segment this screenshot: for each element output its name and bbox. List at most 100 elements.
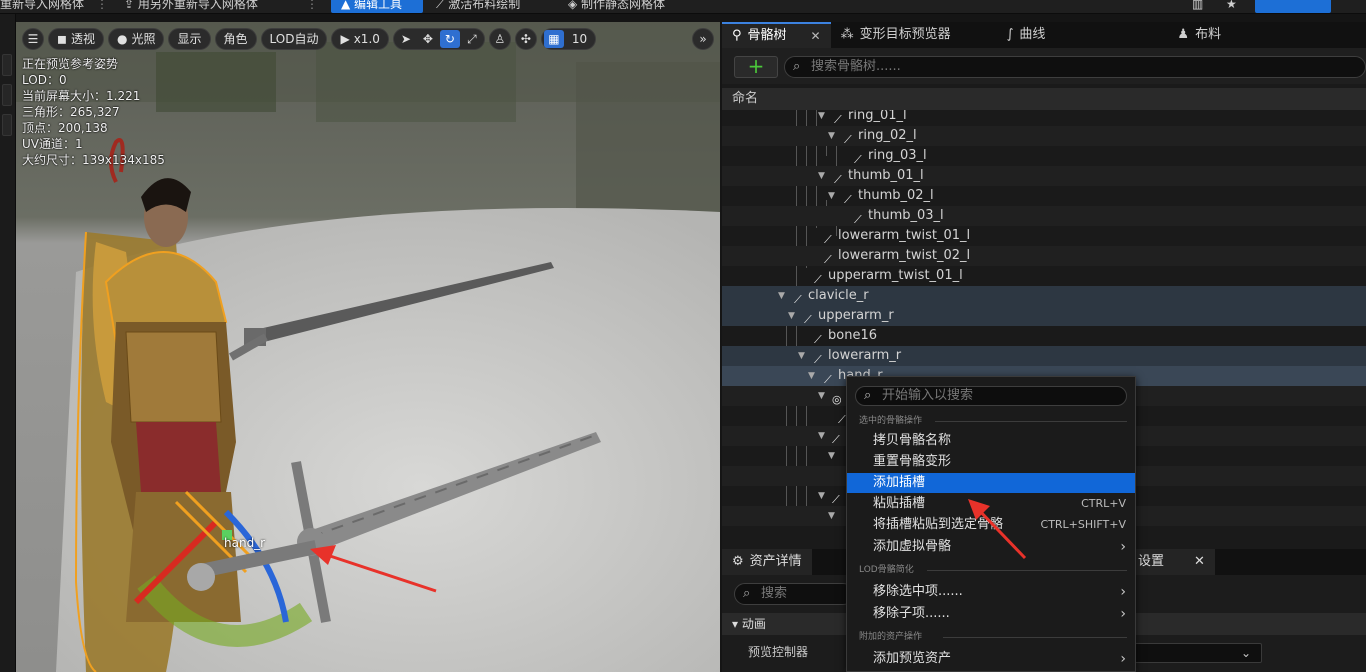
double-chevron-icon: » — [699, 32, 707, 46]
tree-row[interactable]: ▼ ⟋ ring_02_l — [722, 126, 1366, 146]
menu-section-label: LOD骨骼简化 — [859, 565, 914, 575]
tree-row[interactable]: ▼ ⟋ ring_01_l — [722, 110, 1366, 126]
expand-arrow-icon[interactable]: ▼ — [828, 446, 835, 466]
expand-arrow-icon[interactable]: ▼ — [788, 306, 795, 326]
bone-icon: ♙ — [494, 32, 506, 46]
toolbar-more-icon[interactable]: ⋮ — [306, 0, 318, 13]
expand-arrow-icon[interactable]: ▼ — [818, 110, 825, 126]
skeleton-search-input[interactable]: ⌕ 搜索骨骼树...... — [784, 56, 1366, 78]
menu-divider — [943, 637, 1127, 638]
menu-section-label: 附加的资产操作 — [859, 632, 923, 642]
tree-row[interactable]: ▼ ⟋ thumb_01_l — [722, 166, 1366, 186]
tree-row[interactable]: ▼ ⟋ thumb_02_l — [722, 186, 1366, 206]
name-column-header[interactable]: 命名 — [722, 88, 1366, 110]
tree-row[interactable]: ⟋ thumb_03_l — [722, 206, 1366, 226]
tree-row[interactable]: ▼ ⟋ clavicle_r — [722, 286, 1366, 306]
cloth-icon: ♟ — [1177, 27, 1190, 42]
preview-controller-dropdown[interactable]: ⌄ — [1118, 643, 1262, 663]
move-icon[interactable]: ✥ — [418, 30, 438, 48]
menu-item-paste-socket-to-bone[interactable]: 将插槽粘贴到选定骨骼 CTRL+SHIFT+V — [847, 515, 1135, 535]
tree-row[interactable]: ⟋ bone16 — [722, 326, 1366, 346]
add-button[interactable]: + — [734, 56, 778, 78]
tree-row[interactable]: ▼ ⟋ upperarm_r — [722, 306, 1366, 326]
reimport-other-button[interactable]: ⇪ 用另外重新导入网格体 — [124, 0, 258, 13]
platform-button[interactable] — [1255, 0, 1331, 13]
close-icon[interactable]: ✕ — [1194, 549, 1205, 575]
expand-arrow-icon[interactable]: ▼ — [798, 346, 805, 366]
expand-arrow-icon[interactable]: ▼ — [828, 506, 835, 526]
tree-row[interactable]: ⟋ lowerarm_twist_01_l — [722, 226, 1366, 246]
menu-item-add-socket[interactable]: 添加插槽 — [847, 473, 1135, 493]
tree-row[interactable]: ⟋ upperarm_twist_01_l — [722, 266, 1366, 286]
expand-arrow-icon[interactable]: ▼ — [818, 486, 825, 506]
expand-arrow-icon[interactable]: ▼ — [778, 286, 785, 306]
select-icon[interactable]: ➤ — [396, 30, 416, 48]
scale-icon[interactable]: ⤢ — [462, 30, 482, 48]
snap-icon: ✣ — [520, 32, 531, 46]
expand-arrow-icon[interactable]: ▼ — [828, 186, 835, 206]
hamburger-icon: ☰ — [27, 32, 39, 46]
menu-item-remove-selected[interactable]: 移除选中项...... › — [847, 582, 1135, 602]
menu-item-remove-children[interactable]: 移除子项...... › — [847, 604, 1135, 624]
menu-item-reset-bone-transform[interactable]: 重置骨骼变形 — [847, 452, 1135, 472]
plus-icon: + — [747, 54, 765, 78]
tree-row[interactable]: ▼ ⟋ lowerarm_r — [722, 346, 1366, 366]
side-tab[interactable] — [2, 84, 12, 106]
grid-snap-value: 10 — [571, 32, 588, 46]
lod-button[interactable]: LOD自动 — [260, 28, 328, 50]
cloth-icon: ⟋ — [436, 0, 449, 11]
menu-divider — [935, 421, 1127, 422]
tab-cloth[interactable]: ♟ 布料 — [1167, 22, 1231, 48]
perspective-button[interactable]: ◼ 透视 — [48, 28, 104, 50]
side-tab[interactable] — [2, 54, 12, 76]
cube-icon: ◼ — [57, 32, 67, 46]
show-button[interactable]: 显示 — [168, 28, 211, 50]
make-static-mesh-button[interactable]: ◈ 制作静态网格体 — [568, 0, 665, 13]
lighting-button[interactable]: ● 光照 — [107, 28, 165, 50]
expand-arrow-icon[interactable]: ▼ — [818, 386, 825, 406]
bone-label: hand_r — [224, 536, 266, 550]
menu-item-paste-socket[interactable]: 粘贴插槽 CTRL+V — [847, 494, 1135, 514]
menu-item-add-preview-asset[interactable]: 添加预览资产 › — [847, 649, 1135, 669]
editor-window: { "topbar": { "item1": "重新导入网格体", "item2… — [0, 0, 1366, 672]
tree-row[interactable]: ⟋ lowerarm_twist_02_l — [722, 246, 1366, 266]
surface-snap-button[interactable]: ✣ — [514, 28, 537, 50]
book-icon[interactable]: ▥ — [1192, 0, 1203, 13]
tree-row[interactable]: ⟋ ring_03_l — [722, 146, 1366, 166]
3d-viewport[interactable]: ☰ ◼ 透视 ● 光照 显示 角色 LOD自动 ▶ x1.0 ➤ ✥ ↻ ⤢ ♙ ✣ … — [16, 22, 720, 672]
star-icon[interactable]: ★ — [1226, 0, 1237, 13]
chevron-right-icon: › — [1120, 584, 1126, 600]
tab-asset-details[interactable]: ⚙ 资产详情 — [722, 549, 812, 575]
menu-item-add-virtual-bone[interactable]: 添加虚拟骨骼 › — [847, 537, 1135, 557]
tree-search-row: + ⌕ 搜索骨骼树...... — [722, 48, 1366, 84]
tab-curves[interactable]: ∫ 曲线 — [997, 22, 1056, 48]
viewport-menu-button[interactable]: ☰ — [22, 28, 44, 50]
menu-item-copy-bone-name[interactable]: 拷贝骨骼名称 — [847, 431, 1135, 451]
close-icon[interactable]: ✕ — [811, 23, 821, 49]
morph-icon: ⁂ — [840, 27, 854, 42]
details-search-input[interactable]: ⌕ 搜索 — [734, 583, 854, 605]
collapse-toolbar-button[interactable]: » — [692, 28, 714, 50]
edit-tool-button[interactable]: ▲ 编辑工具 — [331, 0, 423, 13]
grid-snap-toggle[interactable]: ▦ 10 — [540, 28, 597, 50]
expand-arrow-icon[interactable]: ▼ — [818, 166, 825, 186]
cube-icon: ◈ — [568, 0, 582, 11]
menu-search-input[interactable]: ⌕ 开始输入以搜索 — [855, 386, 1127, 406]
chevron-right-icon: › — [1120, 606, 1126, 622]
expand-arrow-icon[interactable]: ▼ — [828, 126, 835, 146]
search-icon: ⌕ — [793, 59, 801, 74]
activate-cloth-paint-button[interactable]: ⟋ 激活布料绘制 — [436, 0, 520, 13]
character-button[interactable]: 角色 — [214, 28, 257, 50]
tab-settings[interactable]: 设置 ✕ — [1128, 549, 1215, 575]
expand-arrow-icon[interactable]: ▼ — [818, 426, 825, 446]
local-space-button[interactable]: ♙ — [488, 28, 511, 50]
reimport-mesh-button[interactable]: 重新导入网格体 — [0, 0, 84, 13]
tab-skeleton-tree[interactable]: ⚲ 骨骼树 ✕ — [722, 22, 831, 48]
chevron-down-icon: ▾ — [732, 617, 742, 631]
rotate-icon[interactable]: ↻ — [439, 30, 460, 48]
play-speed-button[interactable]: ▶ x1.0 — [331, 28, 389, 50]
toolbar-more-icon[interactable]: ⋮ — [96, 0, 108, 13]
expand-arrow-icon[interactable]: ▼ — [808, 366, 815, 386]
side-tab[interactable] — [2, 114, 12, 136]
tab-morph-target-preview[interactable]: ⁂ 变形目标预览器 — [831, 22, 961, 48]
